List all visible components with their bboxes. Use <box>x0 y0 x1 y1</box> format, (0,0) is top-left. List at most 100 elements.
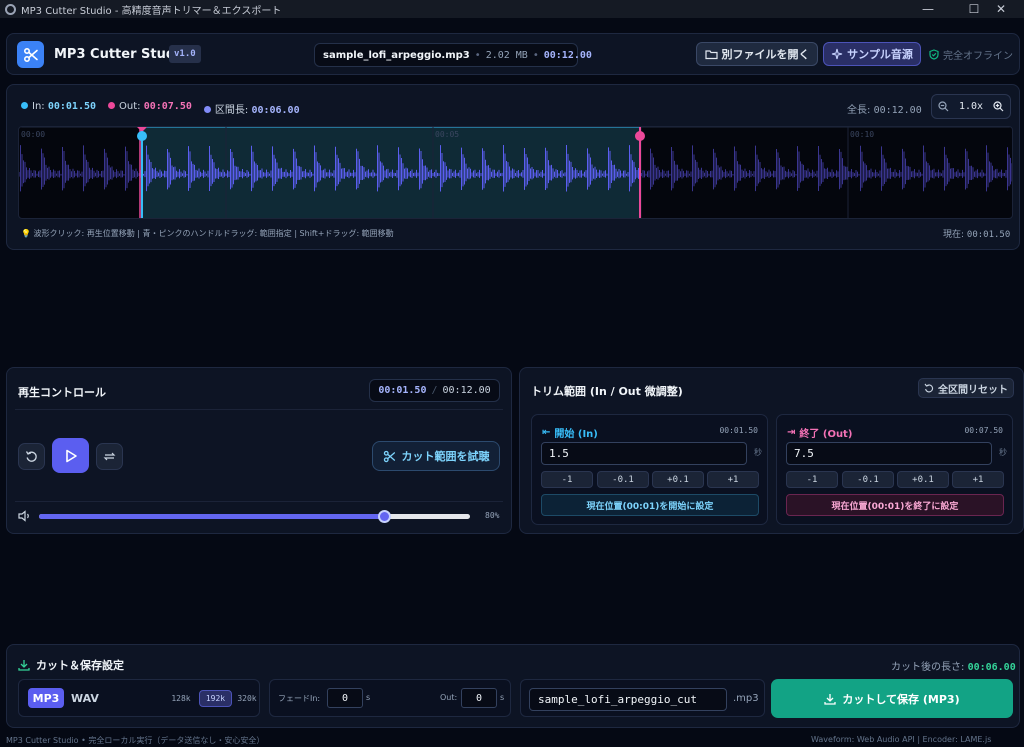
out-value: 00:07.50 <box>143 101 192 112</box>
zoom-level: 1.0x <box>958 101 984 112</box>
lightbulb-icon: 💡 <box>21 229 31 238</box>
playback-total: 00:12.00 <box>442 385 491 396</box>
play-button[interactable] <box>52 438 89 473</box>
file-size: 2.02 MB <box>485 49 528 61</box>
length-value: 00:06.00 <box>251 105 300 116</box>
bitrate-320k[interactable]: 320k <box>235 690 259 707</box>
scissors-icon <box>383 450 395 462</box>
loop-icon <box>103 452 116 461</box>
export-panel: カット＆保存設定 カット後の長さ: 00:06.00 MP3 WAV 128k … <box>6 644 1020 728</box>
range-markers: In: 00:01.50 Out: 00:07.50 区間長: 00:06.00 <box>21 101 300 116</box>
file-name: sample_lofi_arpeggio.mp3 <box>323 49 470 61</box>
end-heading: ⇥ 終了 (Out) <box>787 425 852 440</box>
end-label: 終了 (Out) <box>799 429 853 440</box>
timeline-panel: In: 00:01.50 Out: 00:07.50 区間長: 00:06.00… <box>6 84 1020 250</box>
end-nudge-plus-1[interactable]: +1 <box>952 471 1004 488</box>
in-handle[interactable] <box>137 131 147 141</box>
minimize-button[interactable]: — <box>905 0 951 18</box>
close-button[interactable]: ✕ <box>978 0 1024 18</box>
playback-panel: 再生コントロール 00:01.50 / 00:12.00 カット範囲を試聴 80… <box>6 367 512 534</box>
current-label: 現在: <box>943 230 965 240</box>
format-mp3[interactable]: MP3 <box>28 688 64 708</box>
zoom-out-icon[interactable] <box>938 101 949 112</box>
waveform-canvas[interactable]: 00:00 00:05 00:10 <box>18 126 1013 219</box>
scissors-logo-icon <box>17 41 44 68</box>
file-duration: 00:12.00 <box>543 49 592 61</box>
start-nudge-minus-0-1[interactable]: -0.1 <box>597 471 649 488</box>
end-nudge-plus-0-1[interactable]: +0.1 <box>897 471 949 488</box>
end-input[interactable] <box>786 442 992 465</box>
offline-status: 完全オフライン <box>929 47 1013 62</box>
start-heading: ⇤ 開始 (In) <box>542 425 598 440</box>
format-wav[interactable]: WAV <box>66 688 104 708</box>
volume-fill <box>39 514 384 519</box>
play-icon <box>65 449 77 462</box>
cut-and-save-button[interactable]: カットして保存 (MP3) <box>771 679 1013 718</box>
open-file-button[interactable]: 別ファイルを開く <box>696 42 818 66</box>
end-nudge-minus-1[interactable]: -1 <box>786 471 838 488</box>
tick-label: 00:00 <box>21 130 45 139</box>
out-handle[interactable] <box>635 131 645 141</box>
fade-in-input[interactable]: 0 <box>327 688 363 708</box>
start-nudge-plus-1[interactable]: +1 <box>707 471 759 488</box>
start-nudge-minus-1[interactable]: -1 <box>541 471 593 488</box>
start-card: ⇤ 開始 (In) 00:01.50 秒 -1 -0.1 +0.1 +1 現在位… <box>531 414 768 525</box>
start-input[interactable] <box>541 442 747 465</box>
sample-audio-button[interactable]: サンプル音源 <box>823 42 921 66</box>
sample-audio-label: サンプル音源 <box>847 48 913 61</box>
current-position: 現在: 00:01.50 <box>943 227 1010 240</box>
fade-out-input[interactable]: 0 <box>461 688 497 708</box>
fade-in-unit: s <box>366 693 371 702</box>
file-extension: .mp3 <box>733 693 759 704</box>
total-length: 全長: 00:12.00 <box>847 101 922 116</box>
fade-out-unit: s <box>500 693 505 702</box>
tick-label: 00:05 <box>435 130 459 139</box>
offline-label: 完全オフライン <box>943 51 1013 62</box>
set-end-button[interactable]: 現在位置(00:01)を終了に設定 <box>786 494 1004 516</box>
cut-length-value: 00:06.00 <box>967 662 1016 673</box>
filename-box: sample_lofi_arpeggio_cut .mp3 <box>520 679 765 717</box>
export-title: カット＆保存設定 <box>18 657 124 673</box>
app-icon <box>5 3 16 15</box>
filename-input[interactable]: sample_lofi_arpeggio_cut <box>529 688 727 711</box>
app-header: MP3 Cutter Studio v1.0 sample_lofi_arpeg… <box>6 33 1020 75</box>
format-box: MP3 WAV 128k 192k 320k <box>18 679 260 717</box>
total-label: 全長: <box>847 105 871 116</box>
in-marker: In: 00:01.50 <box>21 101 96 116</box>
end-time: 00:07.50 <box>964 426 1003 435</box>
title-bar: MP3 Cutter Studio - 高精度音声トリマー＆エクスポート — ☐… <box>0 0 1024 18</box>
end-nudge-minus-0-1[interactable]: -0.1 <box>842 471 894 488</box>
end-card: ⇥ 終了 (Out) 00:07.50 秒 -1 -0.1 +0.1 +1 現在… <box>776 414 1013 525</box>
preview-cut-label: カット範囲を試聴 <box>401 450 490 463</box>
bitrate-128k[interactable]: 128k <box>167 690 195 707</box>
rewind-icon <box>25 451 37 462</box>
volume-slider[interactable] <box>39 510 470 523</box>
waveform-hint: 💡 波形クリック: 再生位置移動 | 青・ピンクのハンドルドラッグ: 範囲指定 … <box>21 228 394 239</box>
volume-icon <box>18 510 29 522</box>
divider <box>15 501 503 502</box>
playback-current: 00:01.50 <box>378 385 427 396</box>
start-nudge-plus-0-1[interactable]: +0.1 <box>652 471 704 488</box>
reset-range-button[interactable]: 全区間リセット <box>918 378 1014 398</box>
file-info: sample_lofi_arpeggio.mp3 • 2.02 MB • 00:… <box>314 43 592 67</box>
hint-text: 波形クリック: 再生位置移動 | 青・ピンクのハンドルドラッグ: 範囲指定 | … <box>33 229 394 238</box>
preview-cut-button[interactable]: カット範囲を試聴 <box>372 441 500 471</box>
length-label: 区間長: <box>214 105 249 116</box>
zoom-in-icon[interactable] <box>993 101 1004 112</box>
cut-length: カット後の長さ: 00:06.00 <box>891 658 1016 673</box>
sparkle-icon <box>832 48 843 60</box>
fade-out-label: Out: <box>440 693 458 702</box>
waveform[interactable]: 00:00 00:05 00:10 <box>19 127 1013 219</box>
current-value: 00:01.50 <box>966 230 1011 240</box>
rewind-button[interactable] <box>18 443 45 470</box>
end-unit: 秒 <box>999 448 1007 457</box>
export-title-text: カット＆保存設定 <box>36 659 124 672</box>
start-arrow-icon: ⇤ <box>542 427 551 438</box>
bitrate-192k[interactable]: 192k <box>199 690 232 707</box>
volume-knob[interactable] <box>377 510 391 523</box>
trim-panel: トリム範囲 (In / Out 微調整) 全区間リセット ⇤ 開始 (In) 0… <box>519 367 1024 534</box>
trim-title: トリム範囲 (In / Out 微調整) <box>531 385 683 398</box>
loop-button[interactable] <box>96 443 123 470</box>
set-start-button[interactable]: 現在位置(00:01)を開始に設定 <box>541 494 759 516</box>
footer-right: Waveform: Web Audio API | Encoder: LAME.… <box>811 735 992 744</box>
